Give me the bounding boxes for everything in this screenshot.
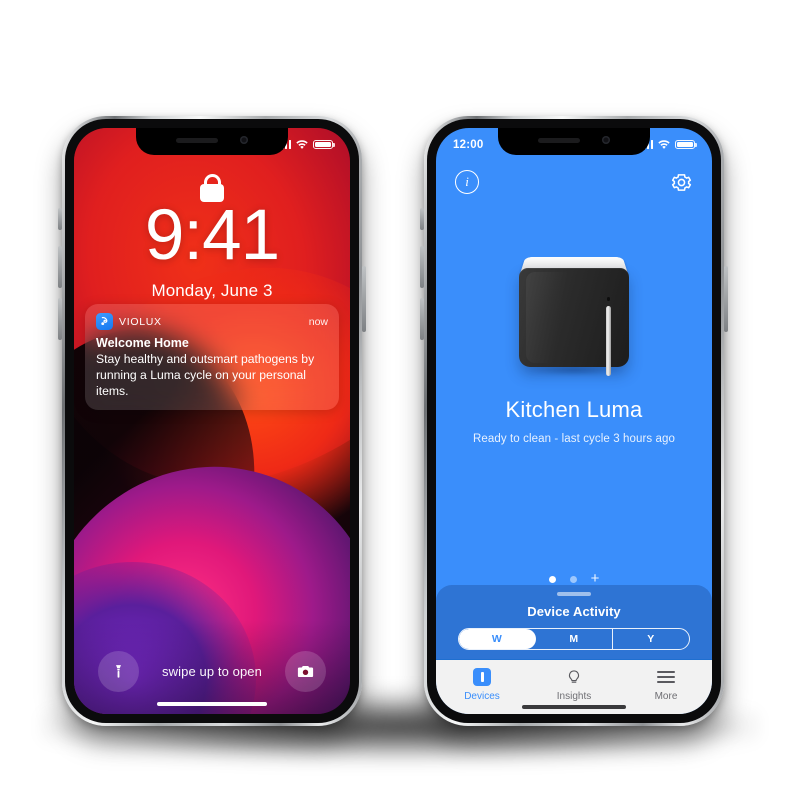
luma-device-image[interactable]	[514, 246, 634, 376]
tab-more[interactable]: More	[633, 667, 699, 702]
segment-week[interactable]: W	[459, 629, 536, 649]
screenshot-stage: 9:41 Monday, June 3 VIOLUX now Welcome H…	[0, 0, 800, 800]
notification-header: VIOLUX now	[96, 313, 328, 330]
lightbulb-icon	[565, 667, 583, 687]
tab-insights-label: Insights	[556, 691, 592, 702]
info-button[interactable]: i	[454, 169, 480, 195]
gear-icon	[671, 173, 691, 191]
activity-panel-title: Device Activity	[527, 604, 621, 619]
segment-year[interactable]: Y	[613, 629, 689, 649]
lockscreen-shortcuts: swipe up to open	[74, 651, 350, 692]
tab-more-label: More	[654, 691, 678, 702]
front-camera-right	[602, 136, 610, 144]
screen-left: 9:41 Monday, June 3 VIOLUX now Welcome H…	[74, 128, 350, 714]
info-circle-icon: i	[455, 170, 479, 194]
app-top-bar: i	[436, 162, 712, 202]
add-device-icon[interactable]: +	[591, 571, 600, 586]
swipe-hint: swipe up to open	[162, 664, 262, 679]
segment-month[interactable]: M	[536, 629, 613, 649]
phone-bezel-right: 12:00 i Kitchen Luma Ready to clean - la…	[427, 119, 721, 723]
power-button[interactable]	[362, 266, 366, 332]
device-status: Ready to clean - last cycle 3 hours ago	[472, 433, 676, 445]
violux-app-screen: 12:00 i Kitchen Luma Ready to clean - la…	[436, 128, 712, 714]
volume-down-button-right[interactable]	[420, 298, 424, 340]
phone-right-app: 12:00 i Kitchen Luma Ready to clean - la…	[420, 116, 728, 726]
battery-icon	[675, 139, 697, 150]
violux-app-icon	[96, 313, 113, 330]
earpiece-speaker-right	[538, 137, 580, 143]
volume-down-button[interactable]	[58, 298, 62, 340]
volume-up-button[interactable]	[58, 246, 62, 288]
status-time-right: 12:00	[453, 138, 484, 151]
wifi-icon	[658, 139, 670, 149]
notch-right	[498, 128, 650, 155]
home-indicator-right[interactable]	[522, 705, 626, 709]
lockscreen-clock: 9:41 Monday, June 3	[74, 200, 350, 301]
notification-app-name: VIOLUX	[119, 315, 162, 328]
settings-button[interactable]	[668, 169, 694, 195]
flashlight-button[interactable]	[98, 651, 139, 692]
flashlight-icon	[116, 665, 121, 678]
tab-devices[interactable]: Devices	[449, 667, 515, 702]
tab-insights[interactable]: Insights	[541, 667, 607, 702]
mute-switch[interactable]	[58, 208, 62, 230]
activity-range-segmented-control[interactable]: W M Y	[458, 628, 690, 650]
notification-time: now	[308, 315, 328, 328]
notification-banner[interactable]: VIOLUX now Welcome Home Stay healthy and…	[85, 304, 339, 411]
device-hero: Kitchen Luma Ready to clean - last cycle…	[436, 202, 712, 559]
pager-dot-2[interactable]	[569, 575, 577, 583]
wifi-icon	[296, 139, 308, 149]
device-title: Kitchen Luma	[505, 397, 643, 422]
phone-bezel-left: 9:41 Monday, June 3 VIOLUX now Welcome H…	[65, 119, 359, 723]
devices-icon	[473, 667, 491, 687]
hamburger-icon	[657, 667, 675, 687]
camera-button[interactable]	[285, 651, 326, 692]
power-button-right[interactable]	[724, 266, 728, 332]
notification-title: Welcome Home	[96, 336, 189, 350]
device-body	[519, 268, 629, 376]
drag-handle-icon[interactable]	[557, 592, 591, 596]
clock-date: Monday, June 3	[151, 281, 273, 300]
camera-icon	[297, 665, 314, 678]
mute-switch-right[interactable]	[420, 208, 424, 230]
pager-dot-1[interactable]	[548, 575, 556, 583]
notch-left	[136, 128, 288, 155]
clock-time: 9:41	[144, 196, 280, 275]
screen-right: 12:00 i Kitchen Luma Ready to clean - la…	[436, 128, 712, 714]
front-camera	[240, 136, 248, 144]
device-activity-panel[interactable]: Device Activity W M Y	[436, 585, 712, 659]
earpiece-speaker	[176, 137, 218, 143]
device-pager: +	[436, 571, 712, 586]
tab-devices-label: Devices	[464, 691, 500, 702]
device-indicator-light	[606, 297, 610, 301]
notification-body: Stay healthy and outsmart pathogens by r…	[96, 352, 315, 399]
battery-icon	[313, 139, 335, 150]
phone-left-lockscreen: 9:41 Monday, June 3 VIOLUX now Welcome H…	[58, 116, 366, 726]
device-handle	[606, 306, 611, 376]
home-indicator-left[interactable]	[157, 701, 267, 706]
volume-up-button-right[interactable]	[420, 246, 424, 288]
